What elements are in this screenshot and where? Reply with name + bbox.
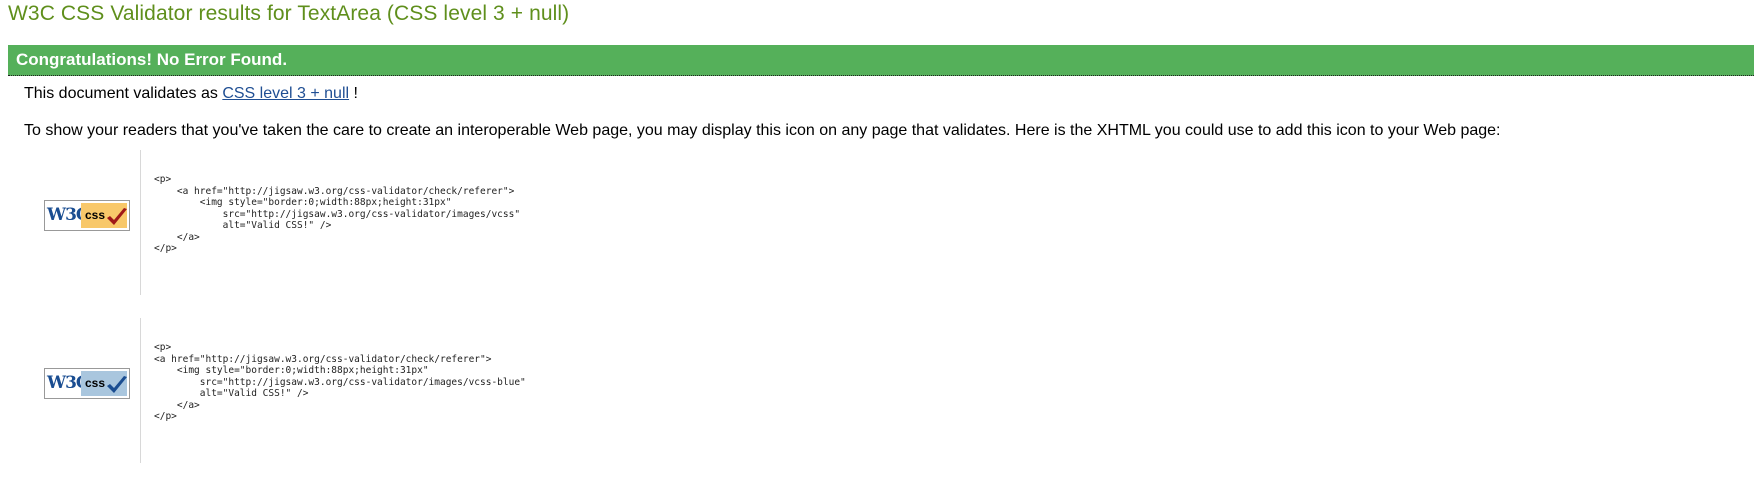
- validation-suffix: !: [349, 85, 358, 102]
- readers-instructions: To show your readers that you've taken t…: [24, 122, 1501, 139]
- success-banner: Congratulations! No Error Found.: [8, 45, 1754, 76]
- success-message: Congratulations! No Error Found.: [16, 50, 288, 69]
- badge-code-snippet: <p> <a href="http://jigsaw.w3.org/css-va…: [154, 342, 526, 422]
- checkmark-icon: [107, 208, 127, 225]
- valid-css-badge-blue: W3C css: [44, 368, 130, 399]
- css-label: css: [85, 208, 106, 222]
- css-label: css: [85, 376, 106, 390]
- badge-code-snippet: <p> <a href="http://jigsaw.w3.org/css-va…: [154, 174, 521, 254]
- page-title: W3C CSS Validator results for TextArea (…: [8, 2, 570, 25]
- validation-status: This document validates as CSS level 3 +…: [24, 84, 358, 104]
- valid-css-badge-gold: W3C css: [44, 200, 130, 231]
- code-divider: [140, 318, 142, 463]
- css-level-link[interactable]: CSS level 3 + null: [222, 85, 349, 102]
- code-divider: [140, 150, 142, 295]
- checkmark-icon: [107, 376, 127, 393]
- validation-prefix: This document validates as: [24, 85, 223, 102]
